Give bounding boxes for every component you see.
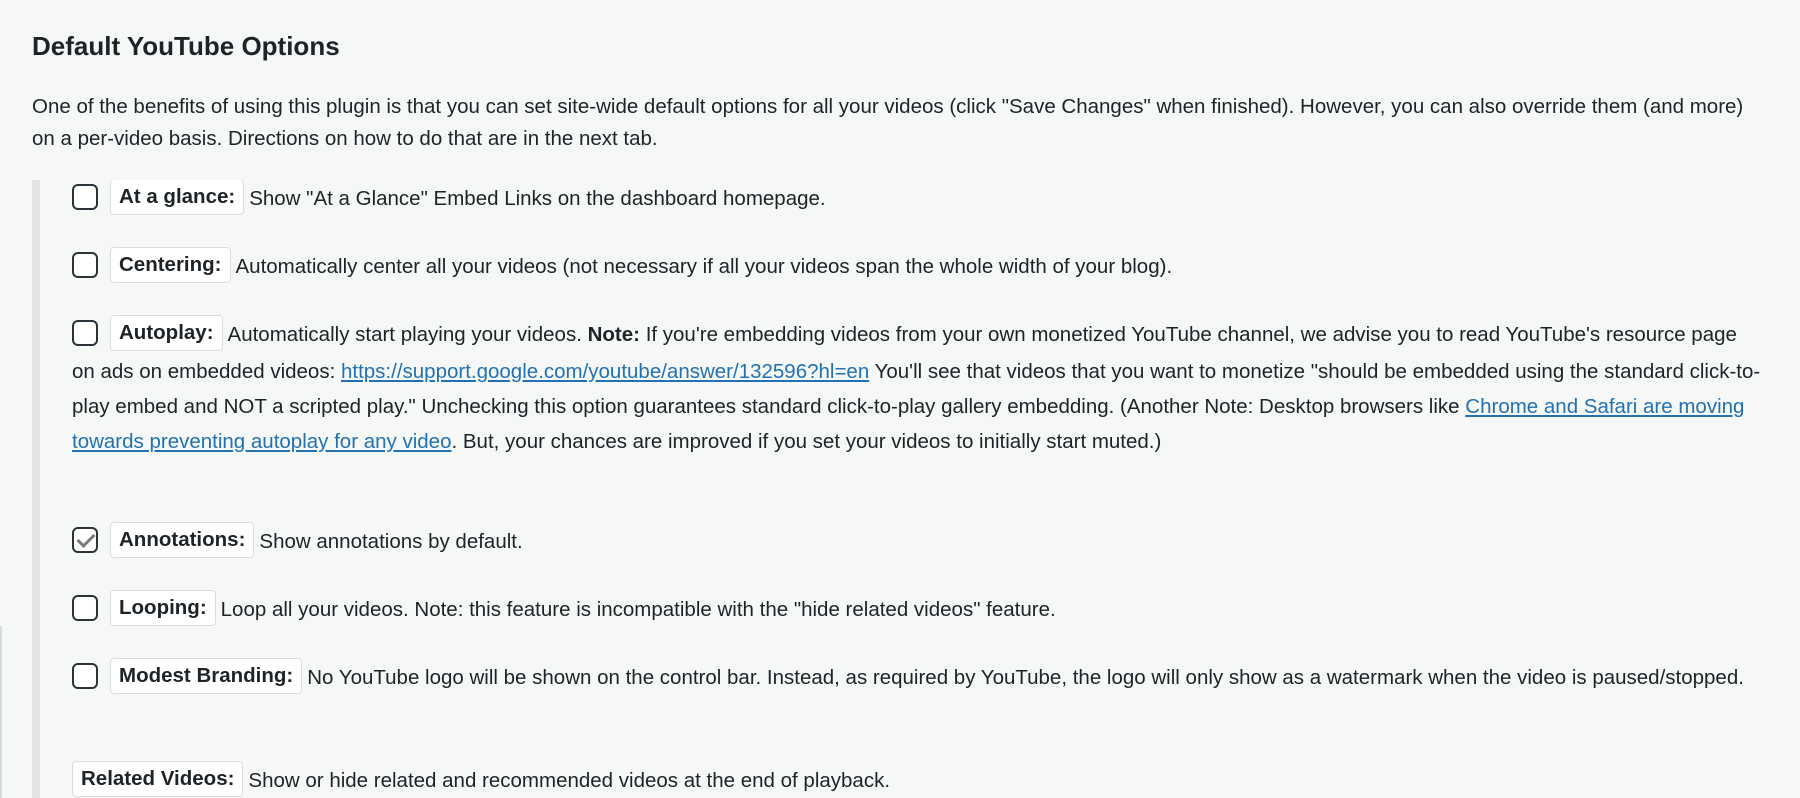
left-edge-divider	[0, 626, 2, 798]
youtube-options-page: Default YouTube Options One of the benef…	[0, 0, 1800, 798]
autoplay-label: Autoplay:	[110, 314, 223, 351]
autoplay-text-1: Automatically start playing your videos.	[227, 323, 582, 346]
annotations-checkbox[interactable]	[72, 526, 98, 553]
option-looping: Looping: Loop all your videos. Note: this…	[72, 589, 1762, 629]
centering-label: Centering:	[110, 246, 231, 283]
modest-branding-label: Modest Branding:	[110, 657, 303, 694]
related-videos-label: Related Videos:	[72, 760, 244, 797]
youtube-ads-link[interactable]: https://support.google.com/youtube/answe…	[341, 360, 869, 383]
option-centering: Centering: Automatically center all your …	[72, 246, 1762, 286]
related-videos-description: Show or hide related and recommended vid…	[248, 769, 891, 792]
option-annotations: Annotations: Show annotations by default.	[72, 521, 1762, 561]
annotations-label: Annotations:	[110, 521, 255, 558]
options-list: At a glance: Show "At a Glance" Embed Lin…	[32, 180, 1772, 798]
autoplay-text-4: . But, your chances are improved if you …	[451, 429, 1162, 453]
modest-branding-description: No YouTube logo will be shown on the con…	[307, 666, 1744, 689]
at-a-glance-label: At a glance:	[110, 180, 245, 215]
option-modest-branding: Modest Branding: No YouTube logo will be …	[72, 657, 1762, 697]
looping-label: Looping:	[110, 589, 216, 626]
at-a-glance-checkbox[interactable]	[72, 183, 98, 210]
modest-branding-checkbox[interactable]	[72, 662, 98, 689]
annotations-description: Show annotations by default.	[259, 530, 523, 553]
looping-description: Loop all your videos. Note: this feature…	[220, 598, 1056, 621]
option-at-a-glance: At a glance: Show "At a Glance" Embed Lin…	[72, 180, 1762, 218]
option-autoplay: Autoplay: Automatically start playing you…	[72, 314, 1762, 459]
looping-checkbox[interactable]	[72, 594, 98, 621]
autoplay-note-label: Note:	[587, 323, 640, 346]
option-related-videos: Related Videos: Show or hide related and …	[72, 760, 1762, 798]
at-a-glance-description: Show "At a Glance" Embed Links on the da…	[249, 187, 826, 210]
centering-checkbox[interactable]	[72, 251, 98, 278]
autoplay-checkbox[interactable]	[72, 319, 98, 346]
section-title: Default YouTube Options	[32, 31, 340, 61]
centering-description: Automatically center all your videos (no…	[235, 255, 1173, 278]
intro-text: One of the benefits of using this plugin…	[32, 95, 1744, 150]
